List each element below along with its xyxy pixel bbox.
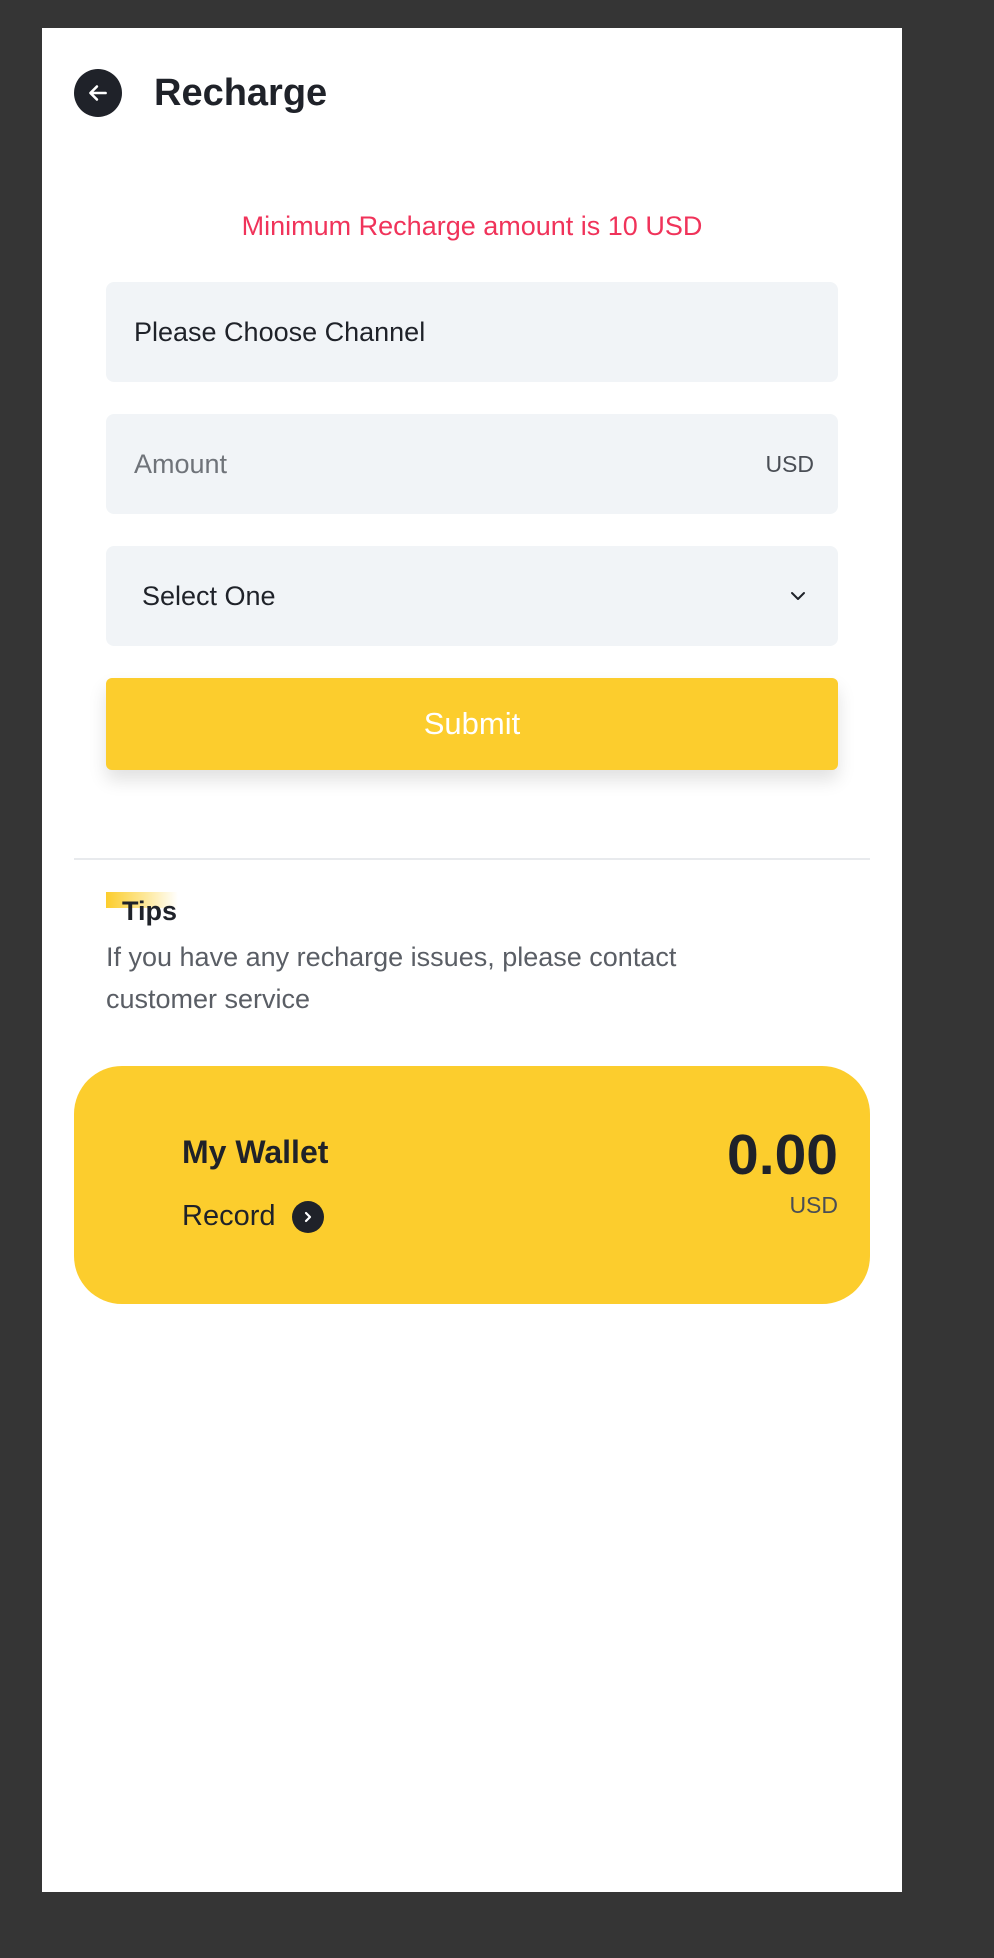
tips-title: Tips [122,896,178,926]
amount-unit: USD [765,450,814,477]
header: Recharge [74,68,327,118]
amount-field: USD [106,414,838,514]
back-button[interactable] [74,69,122,117]
chevron-right-icon [291,1200,324,1233]
option-dropdown-label: Select One [142,580,276,611]
divider [74,858,870,860]
page-title: Recharge [154,71,328,114]
wallet-title: My Wallet [182,1134,329,1170]
arrow-left-icon [89,85,107,101]
submit-button[interactable]: Submit [106,678,838,770]
record-link[interactable]: Record [182,1200,324,1233]
recharge-page: Recharge Minimum Recharge amount is 10 U… [42,28,902,1892]
tips-text: If you have any recharge issues, please … [106,942,677,1014]
wallet-card: My Wallet Record 0.00 USD [74,1066,870,1304]
wallet-unit: USD [789,1192,838,1218]
option-dropdown[interactable]: Select One [106,546,838,646]
amount-input[interactable] [134,448,766,480]
wallet-balance: 0.00 [727,1123,838,1187]
channel-selector[interactable]: Please Choose Channel [106,282,838,382]
channel-selector-label: Please Choose Channel [134,316,426,347]
chevron-down-icon [791,592,805,600]
record-label: Record [182,1200,276,1232]
minimum-recharge-notice: Minimum Recharge amount is 10 USD [241,211,703,241]
